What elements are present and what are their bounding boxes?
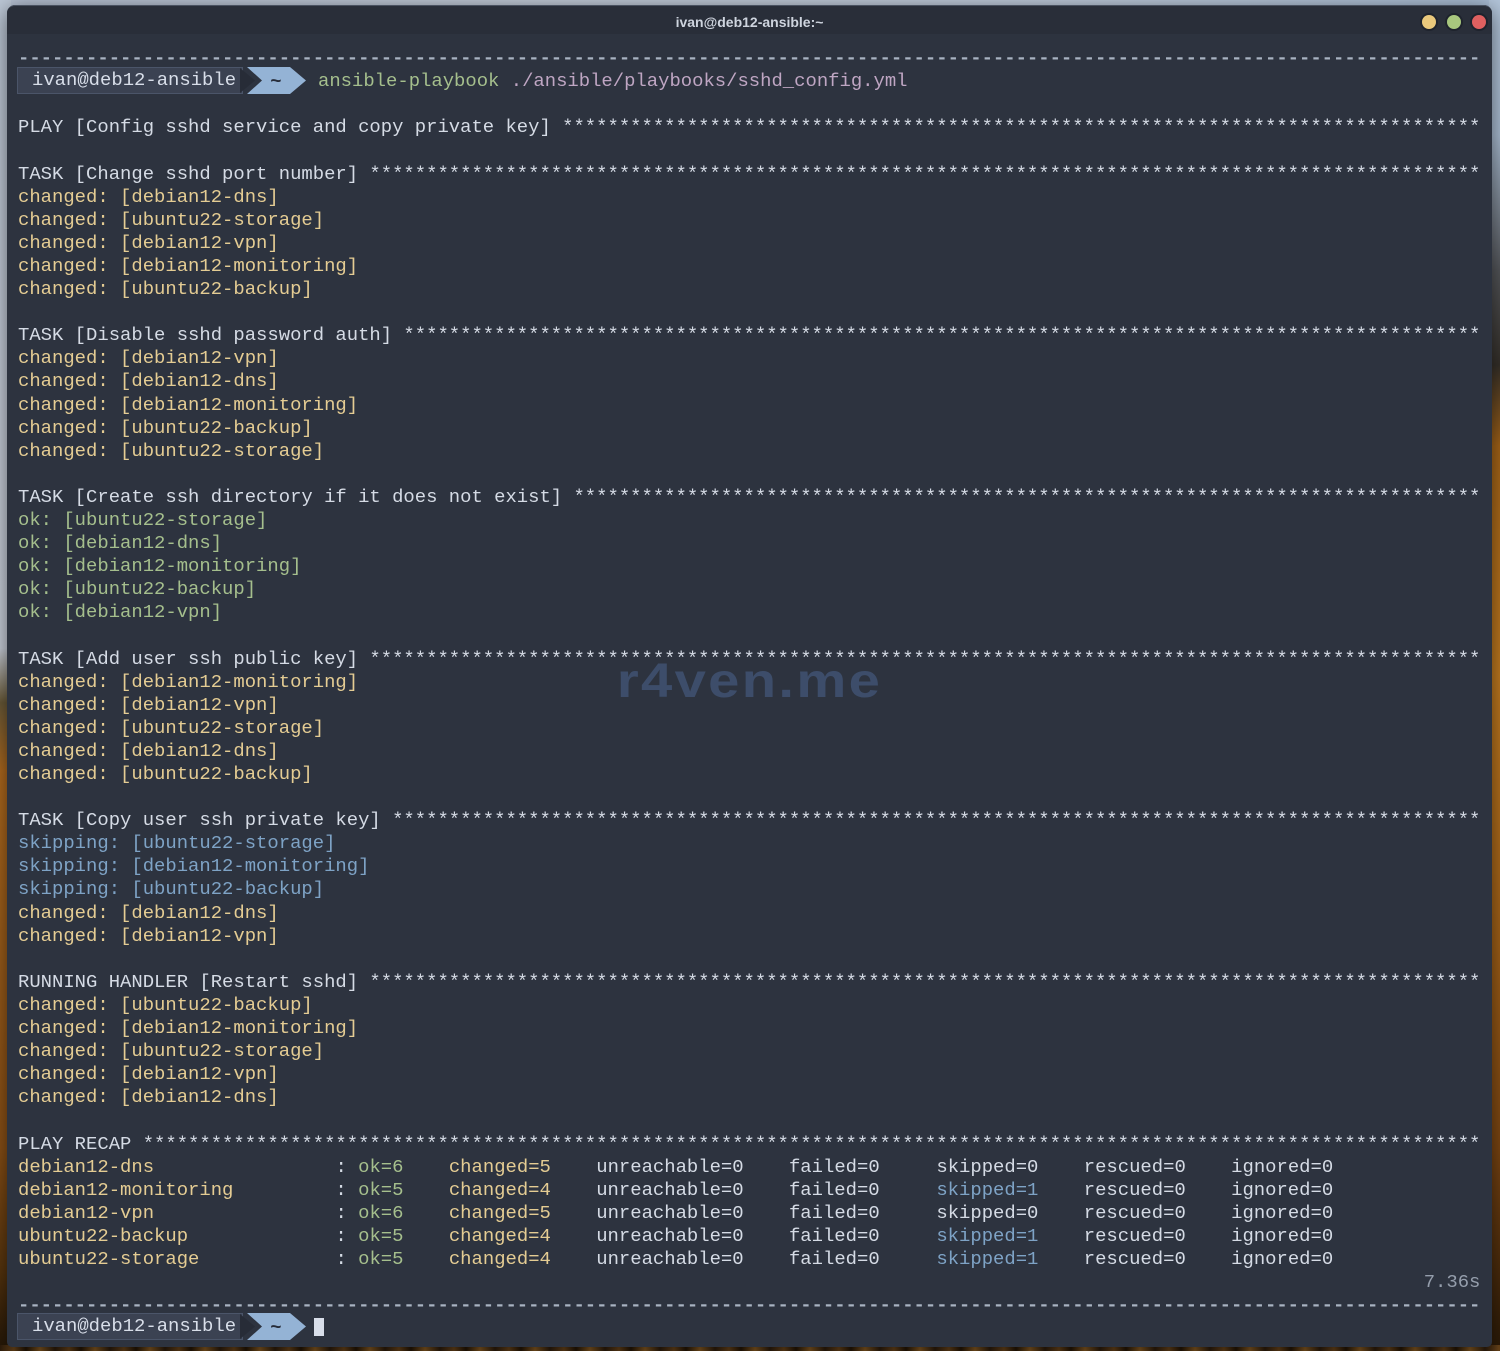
svg-text:~: ~ <box>270 1317 281 1339</box>
svg-text:~: ~ <box>270 71 281 93</box>
